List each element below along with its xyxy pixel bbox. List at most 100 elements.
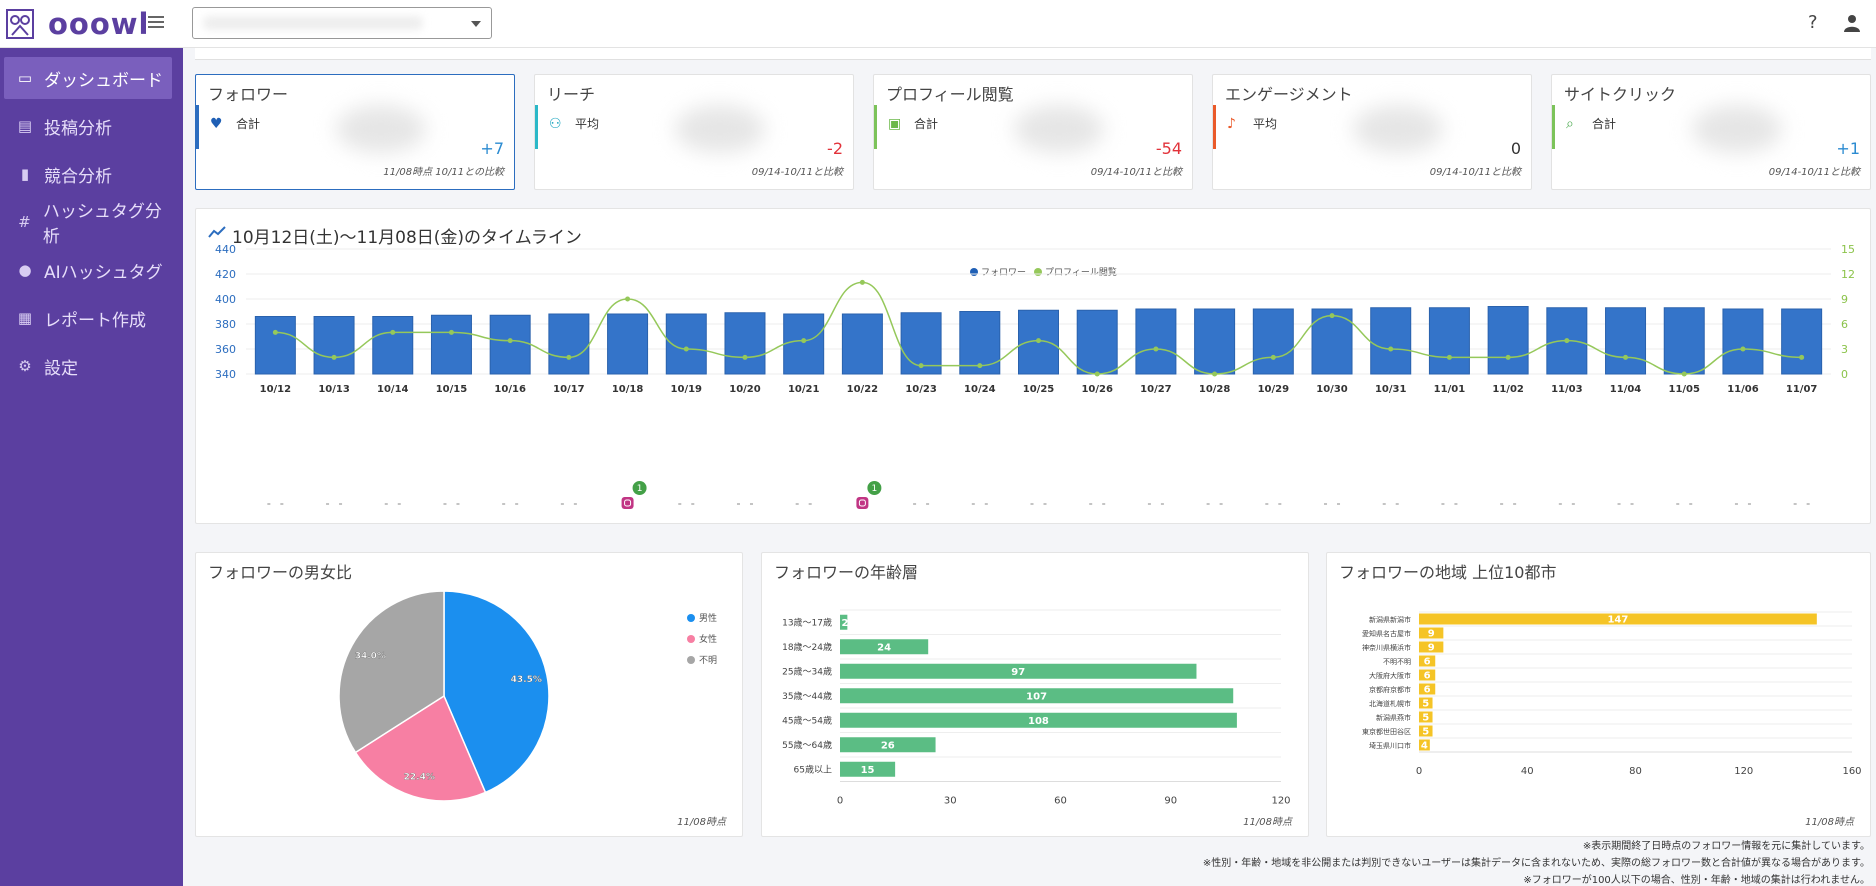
bar-value-label: 2 [842, 618, 849, 629]
bar-value-label: 108 [1028, 716, 1049, 727]
kpi-value-redacted [1692, 105, 1782, 153]
y-tick-label: 35歳～44歳 [782, 690, 832, 702]
x-tick-label: 0 [837, 796, 843, 807]
bar-value-label: 6 [1424, 685, 1431, 696]
follower-bar [489, 314, 531, 375]
kpi-note: 11/08時点 10/11との比較 [383, 167, 504, 178]
kpi-note: 09/14-10/11と比較 [751, 167, 843, 178]
kpi-card-followers[interactable]: フォロワー ♥ 合計 +7 11/08時点 10/11との比較 [195, 74, 515, 190]
kpi-note: 09/14-10/11と比較 [1768, 167, 1860, 178]
x-tick-label: 160 [1842, 766, 1861, 777]
profile-view-point [1329, 313, 1335, 319]
profile-view-point [801, 338, 807, 344]
bar-value-label: 5 [1422, 713, 1429, 724]
top-bar: ooowl ? [0, 0, 1876, 48]
logo[interactable]: ooowl [6, 7, 150, 41]
kpi-delta: +1 [1836, 139, 1860, 158]
kpi-value-redacted [675, 105, 765, 153]
kpi-card-site-clicks[interactable]: サイトクリック ⌕ 合計 +1 09/14-10/11と比較 [1551, 74, 1871, 190]
sidebar-item-competitor-analysis[interactable]: ▮ 競合分析 [4, 153, 172, 195]
legend-marker [687, 656, 695, 664]
y-tick-label: 愛知県名古屋市 [1362, 629, 1411, 638]
timeline-panel: 10月12日(土)～11月08日(金)のタイムライン フォロワー プロフィール閲… [195, 208, 1871, 524]
bar-value-label: 15 [861, 765, 875, 776]
user-icon[interactable] [1843, 13, 1861, 33]
timeline-chart: 340 0 360 3 380 6 400 9 420 12 440 15 10/12 10/13 10/1… [215, 243, 1855, 509]
sidebar-item-label: AIハッシュタグ [44, 262, 163, 283]
age-panel: フォロワーの年齢層 0 30 60 90 120 13歳～17歳 2 18歳～24歳 24 25歳… [761, 552, 1309, 837]
y-tick-label: 380 [215, 318, 236, 331]
x-tick-label: 10/21 [788, 384, 820, 395]
y-tick-label: 55歳～64歳 [782, 739, 832, 751]
x-tick-label: 10/17 [553, 384, 585, 395]
profile-view-point [507, 338, 513, 344]
kpi-card-reach[interactable]: リーチ ⚇ 平均 -2 09/14-10/11と比較 [534, 74, 854, 190]
sidebar-item-post-analysis[interactable]: ▤ 投稿分析 [4, 105, 172, 147]
y-tick-label: 新潟県燕市 [1376, 713, 1411, 722]
heart-icon: ♥ [210, 115, 223, 132]
sidebar-item-ai-hashtag[interactable]: ● AIハッシュタグ [4, 249, 172, 291]
follower-bar [313, 316, 355, 375]
sidebar-item-hashtag-analysis[interactable]: # ハッシュタグ分析 [4, 201, 172, 247]
bell-icon: ♪ [1227, 115, 1236, 132]
bar-value-label: 6 [1424, 657, 1431, 668]
sidebar-item-dashboard[interactable]: ▭ ダッシュボード [4, 57, 172, 99]
gender-panel: フォロワーの男女比 43.5% 22.4% 34.0% 男性 女性 不明 11/08時点 [195, 552, 743, 837]
kpi-card-engagement[interactable]: エンゲージメント ♪ 平均 0 09/14-10/11と比較 [1212, 74, 1532, 190]
kpi-delta: 0 [1510, 139, 1521, 158]
kpi-title: リーチ [547, 85, 596, 104]
profile-view-point [1270, 354, 1276, 360]
y-tick-label: 440 [215, 243, 236, 256]
kpi-accent-bar [1213, 105, 1216, 149]
y-tick-label: 神奈川県横浜市 [1362, 643, 1411, 652]
follower-bar [430, 314, 472, 375]
x-tick-label: 10/16 [494, 384, 526, 395]
x-tick-label: 11/07 [1786, 384, 1818, 395]
kpi-sub-label: 平均 [575, 117, 600, 131]
help-icon[interactable]: ? [1808, 12, 1818, 33]
sidebar-item-settings[interactable]: ⚙ 設定 [4, 345, 172, 387]
sidebar: ▭ ダッシュボード ▤ 投稿分析 ▮ 競合分析 # ハッシュタグ分析 ● AIハ… [0, 48, 183, 886]
x-tick-label: 80 [1629, 766, 1642, 777]
profile-view-point [1740, 346, 1746, 352]
legend-label: 不明 [699, 655, 717, 666]
legend-label: 男性 [699, 612, 717, 624]
sidebar-item-label: レポート作成 [44, 310, 146, 331]
account-select[interactable] [192, 7, 492, 39]
kpi-card-profile-views[interactable]: プロフィール閲覧 ▣ 合計 -54 09/14-10/11と比較 [873, 74, 1193, 190]
y-tick-label: 340 [215, 368, 236, 381]
y2-tick-label: 3 [1841, 343, 1848, 356]
y-tick-label: 18歳～24歳 [782, 641, 832, 653]
y2-tick-label: 6 [1841, 318, 1848, 331]
gear-icon: ⚙ [18, 357, 32, 375]
footnote-line: ※フォロワーが100人以下の場合、性別・年齢・地域の集計は行われません。 [1523, 875, 1870, 886]
legend-marker [687, 614, 695, 622]
follower-bar [1487, 306, 1529, 375]
bar-value-label: 26 [881, 740, 895, 751]
pie-value-label: 43.5% [511, 675, 542, 685]
follower-bar [1076, 309, 1118, 375]
document-icon: ▤ [17, 117, 33, 135]
profile-view-point [977, 363, 983, 369]
x-tick-label: 11/03 [1551, 384, 1583, 395]
y-tick-label: 新潟県新潟市 [1369, 615, 1411, 624]
sidebar-item-report[interactable]: ▦ レポート作成 [4, 297, 172, 339]
follower-bar [372, 316, 414, 375]
profile-view-point [859, 279, 865, 285]
profile-view-point [1036, 338, 1041, 344]
y-tick-label: 埼玉県川口市 [1369, 741, 1411, 750]
follower-bar [1135, 308, 1177, 375]
kpi-value-redacted [1014, 105, 1104, 153]
hamburger-line [148, 21, 164, 23]
profile-view-point [1799, 354, 1805, 360]
instagram-post-icon [856, 497, 869, 509]
x-tick-label: 10/22 [847, 384, 879, 395]
x-tick-label: 120 [1271, 796, 1290, 807]
follower-bar [1428, 307, 1470, 375]
sidebar-item-label: 競合分析 [44, 166, 112, 187]
kpi-title: エンゲージメント [1225, 85, 1353, 104]
menu-toggle-button[interactable] [148, 13, 164, 35]
age-bar-chart: 0 30 60 90 120 13歳～17歳 2 18歳～24歳 24 25歳～34歳 97 35歳～… [782, 609, 1291, 807]
follower-bar [1663, 307, 1705, 375]
x-tick-label: 11/01 [1434, 384, 1466, 395]
